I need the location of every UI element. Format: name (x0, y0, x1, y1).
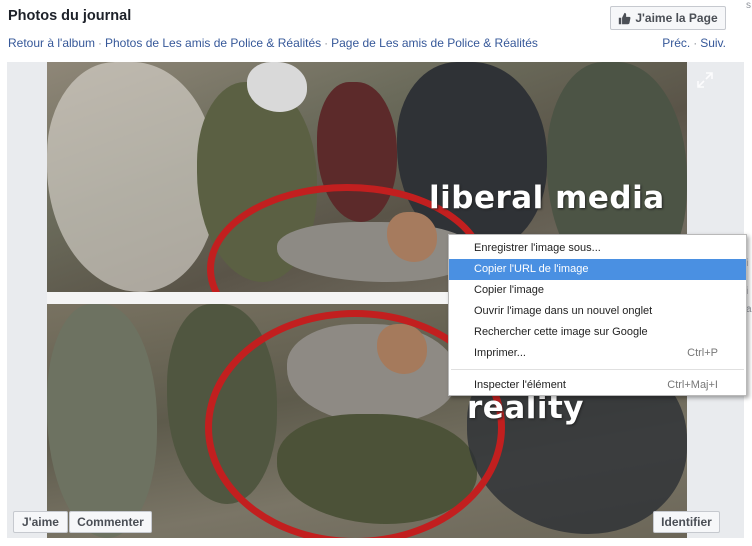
menu-item-print[interactable]: Imprimer... Ctrl+P (449, 343, 746, 364)
photo-pager: Préc. · Suiv. (662, 36, 726, 50)
like-page-button[interactable]: J'aime la Page (610, 6, 726, 30)
breadcrumb-separator: · (98, 36, 102, 50)
breadcrumb-back-to-album[interactable]: Retour à l'album (8, 36, 95, 50)
like-button[interactable]: J'aime (13, 511, 68, 533)
page-title: Photos du journal (8, 8, 132, 24)
comment-button[interactable]: Commenter (69, 511, 152, 533)
breadcrumb: Retour à l'album · Photos de Les amis de P… (8, 36, 538, 50)
edge-glyph: s (746, 0, 751, 11)
context-menu: Enregistrer l'image sous... Copier l'URL… (448, 234, 747, 396)
tag-photo-button[interactable]: Identifier (653, 511, 720, 533)
like-page-label: J'aime la Page (635, 11, 718, 25)
breadcrumb-page[interactable]: Page de Les amis de Police & Réalités (331, 36, 538, 50)
menu-item-copy-image[interactable]: Copier l'image (449, 280, 746, 301)
meme-caption-top: liberal media (429, 180, 665, 216)
pager-separator: · (693, 36, 698, 50)
menu-item-label: Enregistrer l'image sous... (474, 242, 601, 254)
breadcrumb-page-photos[interactable]: Photos de Les amis de Police & Réalités (105, 36, 321, 50)
menu-item-label: Imprimer... (474, 347, 526, 359)
menu-item-save-image[interactable]: Enregistrer l'image sous... (449, 238, 746, 259)
menu-item-search-google[interactable]: Rechercher cette image sur Google (449, 322, 746, 343)
next-link[interactable]: Suiv. (700, 36, 726, 50)
menu-item-inspect-element[interactable]: Inspecter l'élément Ctrl+Maj+I (449, 375, 746, 396)
menu-item-label: Ouvrir l'image dans un nouvel onglet (474, 305, 653, 317)
breadcrumb-separator: · (324, 36, 329, 50)
menu-item-label: Rechercher cette image sur Google (474, 326, 648, 338)
menu-item-label: Copier l'image (474, 284, 544, 296)
menu-item-label: Inspecter l'élément (474, 379, 566, 391)
menu-separator (451, 369, 744, 370)
menu-item-label: Copier l'URL de l'image (474, 263, 589, 275)
menu-item-open-in-new-tab[interactable]: Ouvrir l'image dans un nouvel onglet (449, 301, 746, 322)
expand-icon[interactable] (697, 72, 713, 88)
menu-item-copy-image-url[interactable]: Copier l'URL de l'image (449, 259, 746, 280)
menu-item-shortcut: Ctrl+P (687, 347, 718, 359)
menu-item-shortcut: Ctrl+Maj+I (667, 379, 718, 391)
previous-link[interactable]: Préc. (662, 36, 690, 50)
thumbs-up-icon (619, 12, 631, 24)
